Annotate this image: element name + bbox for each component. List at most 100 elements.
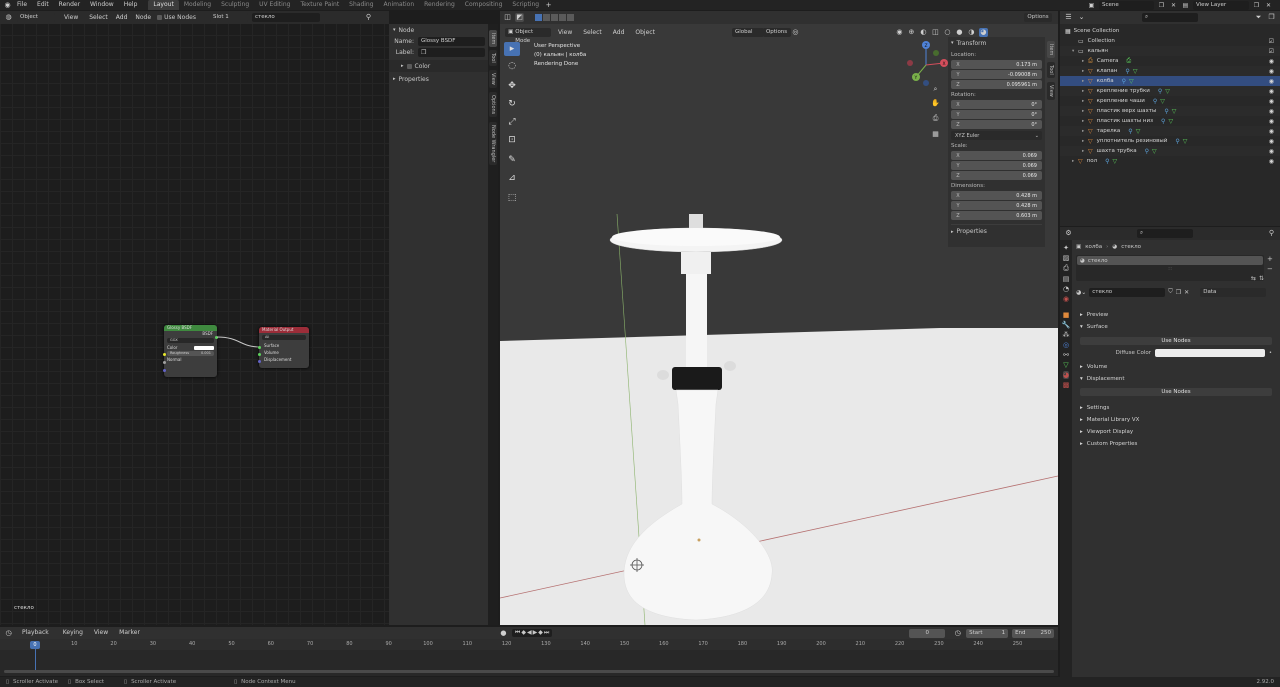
- modifier-wrench-icon[interactable]: ⚲: [1164, 108, 1168, 115]
- tool-tab-icon[interactable]: ✦: [1063, 244, 1069, 252]
- dimensions-y-field[interactable]: Y 0.428 m: [951, 201, 1042, 210]
- camera-data-icon[interactable]: ⎙: [1126, 57, 1131, 65]
- ortho-grid-icon[interactable]: ▦: [931, 130, 940, 139]
- viewport-menu-view[interactable]: View: [554, 28, 576, 38]
- material-tab-icon[interactable]: ◕: [1062, 371, 1070, 379]
- transform-properties-label[interactable]: Properties: [957, 228, 987, 235]
- object-tab-icon[interactable]: ■: [1063, 311, 1070, 319]
- tab-texture-paint[interactable]: Texture Paint: [295, 0, 344, 10]
- preview-range-icon[interactable]: ◷: [953, 629, 962, 638]
- link-select[interactable]: Data: [1200, 287, 1267, 297]
- timeline-menu-marker[interactable]: Marker: [114, 628, 145, 638]
- start-frame-field[interactable]: Start 1: [966, 628, 1009, 638]
- tab-options[interactable]: Options: [489, 92, 497, 118]
- surface-use-nodes-button[interactable]: Use Nodes: [1080, 337, 1272, 345]
- orientation-select[interactable]: Global: [731, 28, 764, 37]
- timeline-menu-view[interactable]: View: [92, 628, 110, 638]
- modifier-wrench-icon[interactable]: ⚲: [1122, 78, 1126, 85]
- outliner-scene-collection[interactable]: ▦ Scene Collection: [1060, 26, 1280, 36]
- output-node-header[interactable]: Material Output: [259, 327, 309, 333]
- location-x-field[interactable]: X 0.173 m: [951, 60, 1042, 69]
- select-extend-icon[interactable]: [543, 14, 550, 21]
- collapse-arrow-icon[interactable]: ▾: [393, 27, 396, 33]
- world-tab-icon[interactable]: ◉: [1063, 295, 1069, 303]
- outliner-row[interactable]: ▸ ▽ уплотнитель резиновый ⚲ ▽ ◉: [1060, 136, 1280, 146]
- vp-tab-item[interactable]: Item: [1047, 41, 1055, 59]
- visibility-eye-icon[interactable]: ◉: [1269, 108, 1274, 115]
- particles-tab-icon[interactable]: ⁂: [1063, 331, 1070, 339]
- add-slot-icon[interactable]: +: [1267, 255, 1276, 263]
- select-mode-icon[interactable]: ◩: [515, 13, 524, 22]
- view-layer-field[interactable]: View Layer: [1193, 1, 1249, 10]
- node-section-title[interactable]: Node: [399, 27, 415, 34]
- tab-layout[interactable]: Layout: [148, 0, 179, 10]
- current-frame-field[interactable]: 0: [909, 628, 946, 638]
- displacement-section[interactable]: ▾ Displacement: [1074, 373, 1278, 385]
- render-tab-icon[interactable]: ▨: [1063, 254, 1070, 262]
- new-scene-icon[interactable]: ❐: [1157, 1, 1166, 10]
- proportional-icon[interactable]: ◎: [791, 28, 800, 37]
- outliner-row[interactable]: ▸ ▽ пластик верх шахты ⚲ ▽ ◉: [1060, 106, 1280, 116]
- tab-shading[interactable]: Shading: [344, 0, 378, 10]
- material-library-section[interactable]: ▸ Material Library VX: [1074, 414, 1278, 426]
- modifier-wrench-icon[interactable]: ⚲: [1145, 148, 1149, 155]
- transform-title[interactable]: Transform: [957, 40, 987, 47]
- mesh-data-icon[interactable]: ▽: [1160, 98, 1165, 105]
- rotation-mode-select[interactable]: XYZ Euler ⌄: [951, 131, 1042, 140]
- material-output-node[interactable]: Material Output All Surface Volume Displ…: [258, 327, 309, 368]
- custom-properties-section[interactable]: ▸ Custom Properties: [1074, 438, 1278, 450]
- tab-item[interactable]: Item: [489, 30, 497, 48]
- object-mode-select[interactable]: ▣ Object Mode: [505, 28, 551, 44]
- modifier-wrench-icon[interactable]: ⚲: [1161, 118, 1165, 125]
- material-slot-list[interactable]: ◕ стекло ∷: [1076, 255, 1264, 281]
- visibility-icon[interactable]: ◉: [895, 28, 904, 37]
- displacement-use-nodes-button[interactable]: Use Nodes: [1080, 388, 1272, 396]
- outliner-row[interactable]: ▸ ⎙ Camera ⎙ ◉: [1060, 56, 1280, 66]
- scale-y-field[interactable]: Y 0.069: [951, 161, 1042, 170]
- visibility-eye-icon[interactable]: ◉: [1269, 98, 1274, 105]
- mesh-data-icon[interactable]: ▽: [1183, 138, 1188, 145]
- tab-uv-editing[interactable]: UV Editing: [254, 0, 295, 10]
- move-up-icon[interactable]: ⇅: [1259, 275, 1264, 282]
- shading-solid-icon[interactable]: ●: [955, 28, 964, 37]
- node-label-field[interactable]: ❐: [418, 48, 485, 57]
- prev-key-icon[interactable]: ◆: [521, 629, 526, 637]
- timeline-menu-playback[interactable]: Playback: [17, 628, 54, 638]
- viewport-menu-select[interactable]: Select: [579, 28, 606, 38]
- duplicate-material-icon[interactable]: ❐: [1176, 289, 1181, 296]
- display-mode-icon[interactable]: ⌄: [1077, 13, 1086, 22]
- filter-icon[interactable]: ⏷: [1254, 13, 1263, 22]
- visibility-eye-icon[interactable]: ◉: [1269, 138, 1274, 145]
- shading-rendered-icon[interactable]: ◕: [978, 28, 988, 37]
- texture-tab-icon[interactable]: ▩: [1063, 381, 1070, 389]
- outliner-row[interactable]: ▸ ▽ крепление чаши ⚲ ▽ ◉: [1060, 96, 1280, 106]
- rotation-z-field[interactable]: Z 0°: [951, 120, 1042, 129]
- outliner-editor-icon[interactable]: ☰: [1064, 13, 1073, 22]
- modifier-wrench-icon[interactable]: ⚲: [1175, 138, 1179, 145]
- tab-tool[interactable]: Tool: [489, 50, 497, 66]
- visibility-eye-icon[interactable]: ◉: [1269, 88, 1274, 95]
- tab-rendering[interactable]: Rendering: [419, 0, 460, 10]
- menu-help[interactable]: Help: [119, 0, 143, 10]
- modifier-wrench-icon[interactable]: ⚲: [1158, 88, 1162, 95]
- visibility-eye-icon[interactable]: ◉: [1269, 148, 1274, 155]
- remove-slot-icon[interactable]: −: [1267, 265, 1276, 273]
- slot-list-grip-icon[interactable]: ∷: [1077, 266, 1263, 272]
- transform-arrow-icon[interactable]: ▾: [951, 40, 954, 46]
- visibility-eye-icon[interactable]: ◉: [1269, 78, 1274, 85]
- mesh-data-icon[interactable]: ▽: [1113, 158, 1118, 165]
- timeline-scrollbar[interactable]: [4, 670, 1054, 673]
- new-layer-icon[interactable]: ❐: [1252, 1, 1261, 10]
- delete-layer-icon[interactable]: ✕: [1264, 1, 1273, 10]
- volume-input-socket[interactable]: [258, 353, 261, 356]
- outliner-row[interactable]: ▭ Collection ☑: [1060, 36, 1280, 46]
- delete-scene-icon[interactable]: ✕: [1169, 1, 1178, 10]
- mesh-data-icon[interactable]: ▽: [1165, 88, 1170, 95]
- annotate-tool-icon[interactable]: ✎: [504, 153, 520, 167]
- modifier-wrench-icon[interactable]: ⚲: [1105, 158, 1109, 165]
- output-tab-icon[interactable]: ⎙: [1063, 264, 1069, 273]
- menu-file[interactable]: File: [12, 0, 32, 10]
- mesh-data-icon[interactable]: ▽: [1152, 148, 1157, 155]
- properties-search-input[interactable]: ⌕: [1137, 229, 1193, 238]
- select-subtract-icon[interactable]: [551, 14, 558, 21]
